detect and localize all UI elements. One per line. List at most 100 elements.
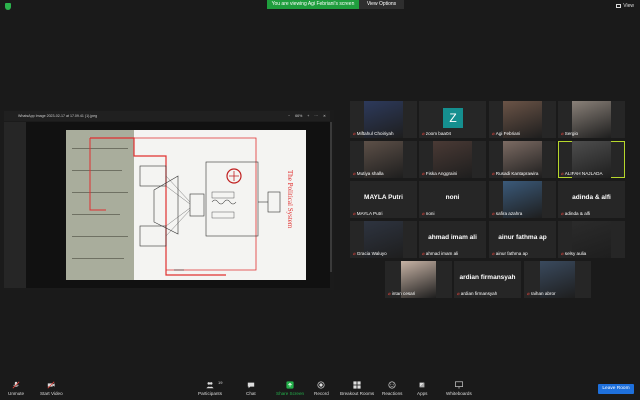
mic-muted-icon: ⌀	[422, 171, 425, 176]
view-options-button[interactable]: View Options	[359, 0, 404, 9]
participant-name-label: ⌀noni	[422, 211, 434, 217]
mic-muted-icon: ⌀	[353, 131, 356, 136]
share-screen-icon	[286, 381, 294, 389]
record-button[interactable]: Record	[314, 381, 329, 396]
breakout-rooms-button[interactable]: Breakout Rooms	[340, 381, 374, 396]
mic-muted-icon: ⌀	[561, 251, 564, 256]
participant-name-label: ⌀MAYLA Putri	[353, 211, 382, 217]
record-icon	[317, 381, 325, 389]
mic-muted-icon: ⌀	[422, 211, 425, 216]
participant-tile[interactable]: ⌀safira azahra	[489, 181, 556, 218]
participants-count: 19	[218, 380, 223, 385]
shared-window-title: WhatsApp Image 2023-02-17 at 17.09.41 (1…	[18, 114, 98, 118]
participant-tile[interactable]: ⌀Mutiya shalla	[350, 141, 417, 178]
participant-tile[interactable]: noni ⌀noni	[419, 181, 486, 218]
mic-muted-icon: ⌀	[561, 131, 564, 136]
participant-tile[interactable]: ⌀Sergio	[558, 101, 625, 138]
participant-tile[interactable]: ardian firmansyah ⌀ardian firmansyah	[454, 261, 521, 298]
mic-muted-icon: ⌀	[492, 251, 495, 256]
breakout-rooms-icon	[353, 381, 361, 389]
participant-tile[interactable]: ⌀intan cesari	[385, 261, 452, 298]
view-label: View	[623, 3, 634, 9]
participant-display-name: ardian firmansyah	[459, 274, 516, 281]
participants-label: Participants	[198, 391, 223, 396]
leave-room-button[interactable]: Leave Room	[598, 384, 634, 394]
participant-name: ahmad imam ali	[425, 251, 459, 256]
participant-tile[interactable]: ⌀ALIFAH NAJLADA	[558, 141, 625, 178]
participant-name-label: ⌀selsy aulia	[561, 251, 586, 257]
participant-tile[interactable]: ainur fathma ap ⌀ainur fathma ap	[489, 221, 556, 258]
share-screen-button[interactable]: Share Screen	[276, 381, 304, 396]
shared-window-titlebar: WhatsApp Image 2023-02-17 at 17.09.41 (1…	[4, 111, 330, 121]
participant-name: safira azahra	[495, 211, 523, 216]
chat-button[interactable]: Chat	[246, 381, 256, 396]
zoom-in-icon: +	[307, 114, 310, 118]
mic-muted-icon: ⌀	[492, 131, 495, 136]
security-shield-icon[interactable]	[5, 3, 11, 10]
reactions-label: Reactions	[382, 391, 403, 396]
participant-tile[interactable]: ⌀Rusadi Kantaprawira	[489, 141, 556, 178]
participant-name: intan cesari	[391, 291, 416, 296]
participant-name: zoom baa04	[425, 131, 452, 136]
participant-name: noni	[425, 211, 435, 216]
apps-button[interactable]: Apps	[417, 381, 427, 396]
participant-name-label: ⌀adinda & alfi	[561, 211, 590, 217]
participant-tile[interactable]: ⌀selsy aulia	[558, 221, 625, 258]
participant-name: Rusadi Kantaprawira	[495, 171, 539, 176]
mic-muted-icon: ⌀	[561, 171, 564, 176]
share-screen-label: Share Screen	[276, 391, 305, 396]
participant-tile[interactable]: ⌀Miftahul Choiriyah	[350, 101, 417, 138]
viewer-left-panel	[4, 122, 26, 288]
participant-name-label: ⌀Sergio	[561, 131, 578, 137]
record-label: Record	[314, 391, 329, 396]
participant-name: selsy aulia	[564, 251, 587, 256]
view-button[interactable]: View	[616, 3, 634, 9]
participant-name-label: ⌀Rusadi Kantaprawira	[492, 171, 538, 177]
grid-view-icon	[616, 4, 622, 8]
participant-tile[interactable]: ahmad imam ali ⌀ahmad imam ali	[419, 221, 486, 258]
participant-name-label: ⌀zoom baa04	[422, 131, 451, 137]
participant-tile[interactable]: MAYLA Putri ⌀MAYLA Putri	[350, 181, 417, 218]
participant-name-label: ⌀raihan abror	[527, 291, 556, 297]
zoom-out-icon: −	[287, 114, 291, 118]
participant-name-label: ⌀Fiska Anggraini	[422, 171, 457, 177]
mic-muted-icon: ⌀	[353, 211, 356, 216]
shared-content: The Political System	[4, 122, 332, 288]
microphone-muted-icon	[12, 381, 20, 389]
breakout-rooms-label: Breakout Rooms	[340, 391, 375, 396]
participant-name-label: ⌀ardian firmansyah	[457, 291, 497, 297]
participant-name: MAYLA Putri	[356, 211, 383, 216]
shared-screen: WhatsApp Image 2023-02-17 at 17.09.41 (1…	[0, 110, 334, 290]
chat-label: Chat	[246, 391, 256, 396]
top-bar: You are viewing Agi Febriani's screen Vi…	[0, 0, 640, 12]
participant-tile[interactable]: ⌀raihan abror	[524, 261, 591, 298]
unmute-button[interactable]: Unmute	[8, 381, 24, 396]
participant-name-label: ⌀Gracia Waluyo	[353, 251, 387, 257]
whiteboards-label: Whiteboards	[446, 391, 472, 396]
participant-tile[interactable]: adinda & alfi ⌀adinda & alfi	[558, 181, 625, 218]
participant-name: Mutiya shalla	[356, 171, 384, 176]
participant-name-label: ⌀intan cesari	[388, 291, 415, 297]
participant-name: Sergio	[564, 131, 579, 136]
document-heading: The Political System	[286, 170, 294, 229]
participant-name: Fiska Anggraini	[425, 171, 458, 176]
participant-tile[interactable]: ⌀Fiska Anggraini	[419, 141, 486, 178]
participant-name: ainur fathma ap	[495, 251, 528, 256]
participant-tile[interactable]: ⌀Gracia Waluyo	[350, 221, 417, 258]
participant-name-label: ⌀ALIFAH NAJLADA	[561, 171, 603, 177]
reactions-icon	[388, 381, 396, 389]
apps-label: Apps	[417, 391, 428, 396]
mic-muted-icon: ⌀	[388, 291, 391, 296]
participant-display-name: adinda & alfi	[572, 194, 611, 201]
reactions-button[interactable]: Reactions	[382, 381, 402, 396]
participant-tile[interactable]: ⌀Agi Febriani	[489, 101, 556, 138]
whiteboards-button[interactable]: Whiteboards	[446, 381, 472, 396]
participant-avatar: Z	[443, 108, 463, 128]
participant-tile[interactable]: Z ⌀zoom baa04	[419, 101, 486, 138]
participant-display-name: MAYLA Putri	[364, 194, 403, 201]
start-video-button[interactable]: Start Video	[40, 381, 63, 396]
chat-icon	[247, 382, 255, 389]
apps-icon	[419, 382, 425, 388]
viewer-scrollbar[interactable]	[330, 122, 332, 272]
participant-display-name: ainur fathma ap	[498, 234, 547, 241]
